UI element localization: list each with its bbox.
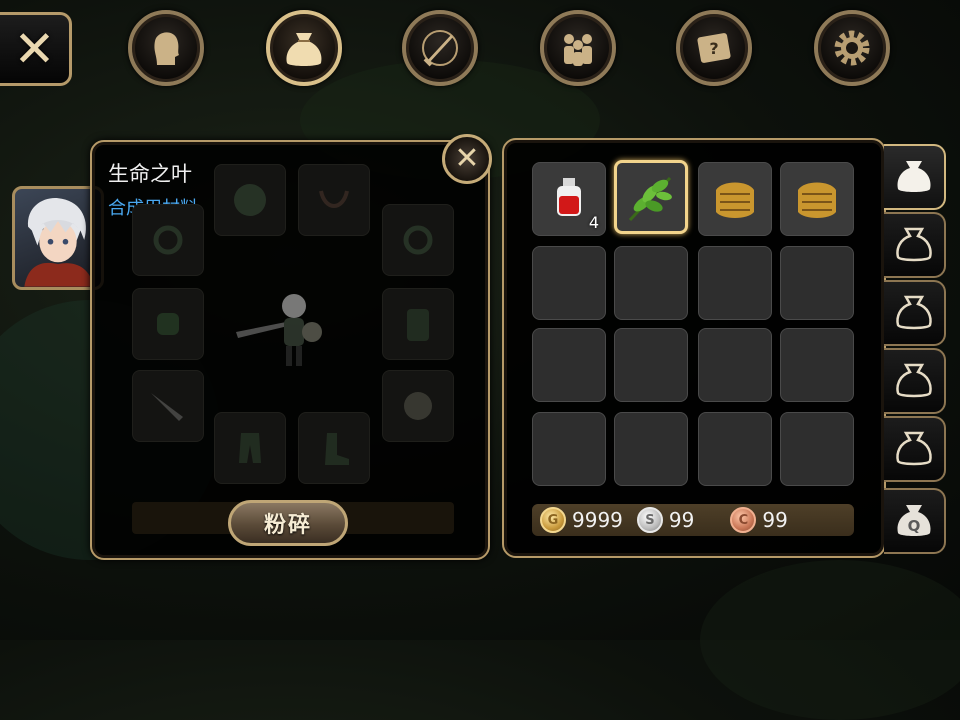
tab-equipment[interactable]: [402, 10, 478, 86]
quest-scroll-icon: ?: [697, 33, 731, 63]
shield-silhouette-icon: [404, 392, 432, 420]
background-foliage: [700, 560, 960, 720]
svg-text:?: ?: [709, 39, 718, 58]
inventory-slot-empty[interactable]: [614, 246, 688, 320]
inventory-slot-empty[interactable]: [532, 412, 606, 486]
inventory-slot-empty[interactable]: [780, 246, 854, 320]
equip-slot-legs: [214, 412, 286, 484]
bag-tab-5[interactable]: [884, 416, 946, 482]
gloves-silhouette-icon: [157, 313, 179, 335]
inventory-slot-empty[interactable]: [532, 328, 606, 402]
gold-coin-icon: G: [540, 507, 566, 533]
silver-coin-icon: S: [636, 507, 663, 533]
bag-tab-4[interactable]: [884, 348, 946, 414]
equip-slot-armor: [214, 164, 286, 236]
bag-outline-icon: [896, 295, 932, 330]
dagger-silhouette-icon: [151, 393, 183, 421]
tab-character[interactable]: [128, 10, 204, 86]
bag-outline-icon: [896, 431, 932, 466]
bag-icon: [897, 161, 931, 192]
inventory-slot[interactable]: [780, 162, 854, 236]
avatar: [24, 197, 94, 287]
equip-slot-weapon: [132, 370, 204, 442]
equip-slot-shield: [382, 370, 454, 442]
ring-silhouette-icon: [153, 225, 183, 255]
inventory-slot[interactable]: [698, 162, 772, 236]
item-detail-panel: 生命之叶 合成用材料: [90, 140, 490, 560]
body-armor-silhouette-icon: [407, 309, 429, 341]
bag-tab-1[interactable]: [884, 144, 946, 210]
equip-slot-body: [382, 288, 454, 360]
bag-outline-icon: [896, 227, 932, 262]
tab-settings[interactable]: [814, 10, 890, 86]
inventory-slot-empty[interactable]: [532, 246, 606, 320]
quest-bag-label: Q: [908, 517, 921, 535]
inventory-slot-empty[interactable]: [780, 412, 854, 486]
inventory-slot-empty[interactable]: [698, 412, 772, 486]
inventory-slot-empty[interactable]: [780, 328, 854, 402]
inventory-slot-empty[interactable]: [698, 328, 772, 402]
copper-coin-icon: C: [730, 507, 757, 533]
sword-compass-icon: [422, 30, 458, 67]
armor-silhouette-icon: [234, 184, 266, 216]
close-detail-button[interactable]: ✕: [442, 134, 492, 184]
bag-tab-quest[interactable]: Q: [884, 488, 946, 554]
inventory-slot-empty[interactable]: [614, 328, 688, 402]
close-icon: ✕: [13, 20, 56, 78]
necklace-silhouette-icon: [319, 190, 349, 208]
legs-silhouette-icon: [239, 433, 261, 463]
leather-armor-icon: [798, 182, 836, 218]
tab-bag[interactable]: [266, 10, 342, 86]
character-figure: [236, 294, 322, 366]
boots-silhouette-icon: [325, 433, 349, 465]
smash-button[interactable]: 粉碎: [228, 500, 348, 546]
party-icon: [564, 34, 592, 66]
inventory-slot[interactable]: 4: [532, 162, 606, 236]
close-menu-button[interactable]: ✕: [0, 12, 72, 86]
equip-slot-ring-left: [132, 204, 204, 276]
inventory-panel: 4 G 9999 S 99 C 99: [502, 138, 886, 558]
bag-tab-2[interactable]: [884, 212, 946, 278]
ring-silhouette-icon: [403, 225, 433, 255]
tab-quests[interactable]: ?: [676, 10, 752, 86]
character-head-icon: [154, 32, 179, 65]
equip-slot-necklace: [298, 164, 370, 236]
item-name: 生命之叶: [108, 162, 192, 186]
settings-gear-icon: [834, 30, 870, 66]
bag-tab-3[interactable]: [884, 280, 946, 346]
item-count: 4: [588, 213, 599, 232]
inventory-slot-empty[interactable]: [698, 246, 772, 320]
equip-slot-boots: [298, 412, 370, 484]
inventory-slot-empty[interactable]: [614, 412, 688, 486]
equip-slot-ring-right: [382, 204, 454, 276]
quest-bag-icon: Q: [897, 505, 931, 536]
silver-amount: 99: [668, 508, 695, 532]
green-leaf-icon: [628, 176, 672, 222]
leather-armor-icon: [716, 182, 754, 218]
close-icon: ✕: [454, 141, 480, 176]
inventory-slot-selected[interactable]: [614, 160, 688, 234]
currency-bar: G 9999 S 99 C 99: [532, 504, 854, 536]
equip-slot-gloves: [132, 288, 204, 360]
copper-amount: 99: [762, 508, 788, 532]
bag-outline-icon: [896, 363, 932, 398]
bag-icon: [286, 33, 322, 66]
tab-party[interactable]: [540, 10, 616, 86]
gold-amount: 9999: [572, 508, 623, 532]
